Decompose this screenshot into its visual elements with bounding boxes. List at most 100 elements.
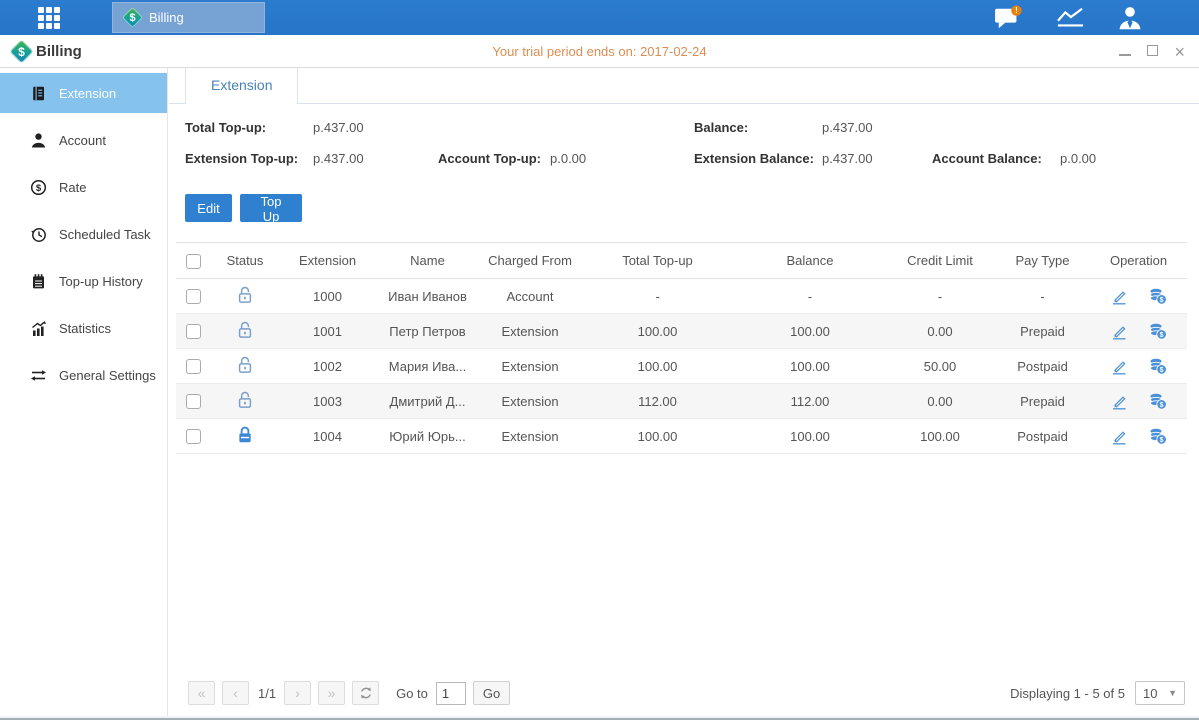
sidebar-item-label: Scheduled Task <box>59 227 151 242</box>
cell-pay-type: Postpaid <box>995 419 1090 454</box>
cell-extension: 1002 <box>280 349 375 384</box>
pagination-bar: « ‹ 1/1 › » Go to Go Displaying 1 - 5 of… <box>188 680 1185 706</box>
top-up-coins-icon[interactable]: $ <box>1148 392 1167 410</box>
taskbar-tab-billing[interactable]: $ Billing <box>112 2 265 33</box>
sidebar-item-general-settings[interactable]: General Settings <box>0 355 167 395</box>
col-charged-from: Charged From <box>480 243 580 279</box>
extension-status-lock-icon[interactable] <box>236 321 254 339</box>
svg-text:$: $ <box>1159 402 1163 409</box>
row-checkbox[interactable] <box>186 394 201 409</box>
displaying-text: Displaying 1 - 5 of 5 <box>1010 686 1125 701</box>
table-header-row: Status Extension Name Charged From Total… <box>176 243 1187 279</box>
table-row: 1001 Петр Петров Extension 100.00 100.00… <box>176 314 1187 349</box>
goto-label: Go to <box>396 686 428 701</box>
cell-balance: 100.00 <box>735 314 885 349</box>
extension-status-lock-icon[interactable] <box>236 391 254 409</box>
extension-status-lock-icon[interactable] <box>236 286 254 304</box>
goto-page-input[interactable] <box>436 682 466 705</box>
page-size-select[interactable]: 10 ▼ <box>1135 681 1185 705</box>
cell-total-topup: 100.00 <box>580 314 735 349</box>
messages-icon[interactable]: ! <box>992 5 1026 31</box>
cell-total-topup: 100.00 <box>580 419 735 454</box>
cell-pay-type: - <box>995 279 1090 314</box>
account-topup-label: Account Top-up: <box>438 151 541 166</box>
col-name: Name <box>375 243 480 279</box>
balance-value: p.437.00 <box>822 120 873 135</box>
maximize-icon[interactable] <box>1147 44 1158 59</box>
row-checkbox[interactable] <box>186 324 201 339</box>
select-all-checkbox[interactable] <box>186 254 201 269</box>
sidebar-item-statistics[interactable]: Statistics <box>0 308 167 348</box>
refresh-icon <box>359 686 373 700</box>
cell-total-topup: - <box>580 279 735 314</box>
cell-credit-limit: - <box>885 279 995 314</box>
sidebar-item-label: Top-up History <box>59 274 143 289</box>
col-credit-limit: Credit Limit <box>885 243 995 279</box>
cell-balance: 100.00 <box>735 419 885 454</box>
statistics-chart-icon[interactable] <box>1053 5 1087 31</box>
sidebar-item-scheduled-task[interactable]: Scheduled Task <box>0 214 167 254</box>
next-page-button[interactable]: › <box>284 681 311 705</box>
cell-extension: 1004 <box>280 419 375 454</box>
top-up-coins-icon[interactable]: $ <box>1148 427 1167 445</box>
col-status: Status <box>210 243 280 279</box>
top-up-coins-icon[interactable]: $ <box>1148 322 1167 340</box>
page-size-value: 10 <box>1143 686 1157 701</box>
edit-pencil-icon[interactable] <box>1110 392 1128 410</box>
svg-text:$: $ <box>1159 367 1163 374</box>
cell-credit-limit: 100.00 <box>885 419 995 454</box>
cell-pay-type: Prepaid <box>995 314 1090 349</box>
row-checkbox[interactable] <box>186 359 201 374</box>
cell-charged-from: Extension <box>480 314 580 349</box>
tab-extension[interactable]: Extension <box>185 68 298 104</box>
svg-text:$: $ <box>1159 297 1163 304</box>
cell-pay-type: Postpaid <box>995 349 1090 384</box>
sidebar-item-label: Statistics <box>59 321 111 336</box>
sidebar: Extension Account $ Rate Scheduled Task <box>0 68 168 716</box>
top-up-coins-icon[interactable]: $ <box>1148 357 1167 375</box>
row-checkbox[interactable] <box>186 289 201 304</box>
edit-pencil-icon[interactable] <box>1110 287 1128 305</box>
cell-name: Петр Петров <box>375 314 480 349</box>
minimize-icon[interactable] <box>1119 44 1131 59</box>
cell-total-topup: 100.00 <box>580 349 735 384</box>
row-checkbox[interactable] <box>186 429 201 444</box>
prev-page-button[interactable]: ‹ <box>222 681 249 705</box>
coin-icon: $ <box>30 179 47 196</box>
table-row: 1004 Юрий Юрь... Extension 100.00 100.00… <box>176 419 1187 454</box>
extension-status-lock-icon[interactable] <box>236 356 254 374</box>
top-up-button[interactable]: Top Up <box>240 194 302 222</box>
cell-name: Юрий Юрь... <box>375 419 480 454</box>
app-grid-icon[interactable] <box>38 7 68 29</box>
col-pay-type: Pay Type <box>995 243 1090 279</box>
sidebar-item-extension[interactable]: Extension <box>0 73 167 113</box>
ledger-icon <box>30 85 47 102</box>
col-operation: Operation <box>1090 243 1187 279</box>
edit-pencil-icon[interactable] <box>1110 427 1128 445</box>
total-topup-value: p.437.00 <box>313 120 364 135</box>
go-button[interactable]: Go <box>473 681 510 705</box>
total-topup-label: Total Top-up: <box>185 120 266 135</box>
top-up-coins-icon[interactable]: $ <box>1148 287 1167 305</box>
last-page-button[interactable]: » <box>318 681 345 705</box>
col-extension: Extension <box>280 243 375 279</box>
extension-topup-label: Extension Top-up: <box>185 151 298 166</box>
edit-pencil-icon[interactable] <box>1110 357 1128 375</box>
cell-extension: 1000 <box>280 279 375 314</box>
first-page-button[interactable]: « <box>188 681 215 705</box>
sidebar-item-topup-history[interactable]: Top-up History <box>0 261 167 301</box>
extension-status-lock-icon[interactable] <box>236 426 254 444</box>
cell-credit-limit: 0.00 <box>885 384 995 419</box>
billing-summary: Total Top-up: p.437.00 Balance: p.437.00… <box>169 104 1199 204</box>
user-account-icon[interactable] <box>1113 5 1147 31</box>
sidebar-item-label: Account <box>59 133 106 148</box>
cell-total-topup: 112.00 <box>580 384 735 419</box>
edit-button[interactable]: Edit <box>185 194 232 222</box>
sidebar-item-rate[interactable]: $ Rate <box>0 167 167 207</box>
sidebar-item-account[interactable]: Account <box>0 120 167 160</box>
close-icon[interactable]: × <box>1174 43 1185 61</box>
sidebar-item-label: Rate <box>59 180 86 195</box>
refresh-button[interactable] <box>352 681 379 705</box>
trial-notice: Your trial period ends on: 2017-02-24 <box>0 44 1199 59</box>
edit-pencil-icon[interactable] <box>1110 322 1128 340</box>
